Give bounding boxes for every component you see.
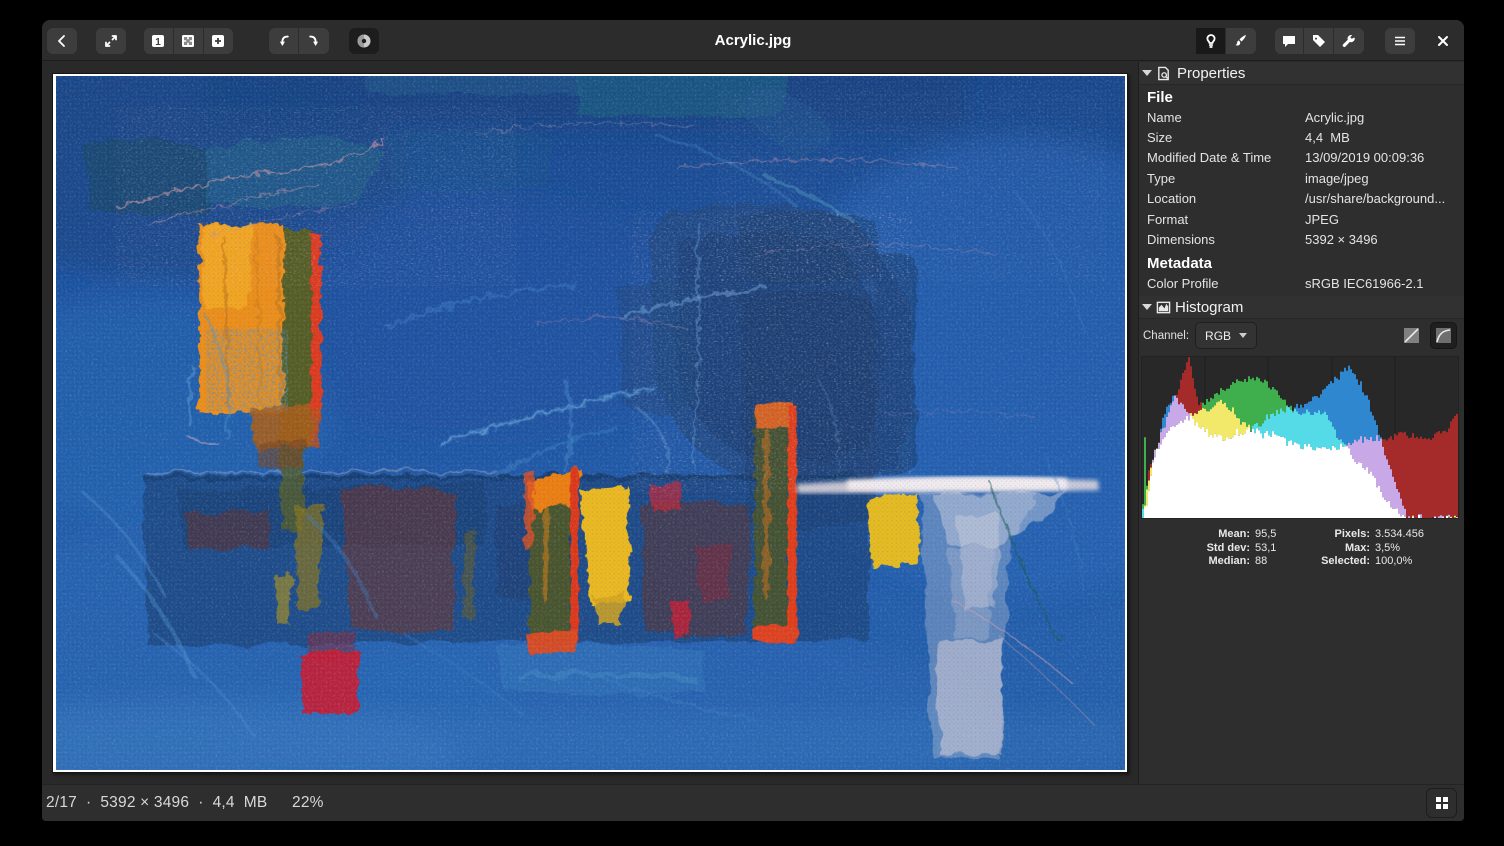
svg-text:1: 1 bbox=[156, 37, 162, 48]
